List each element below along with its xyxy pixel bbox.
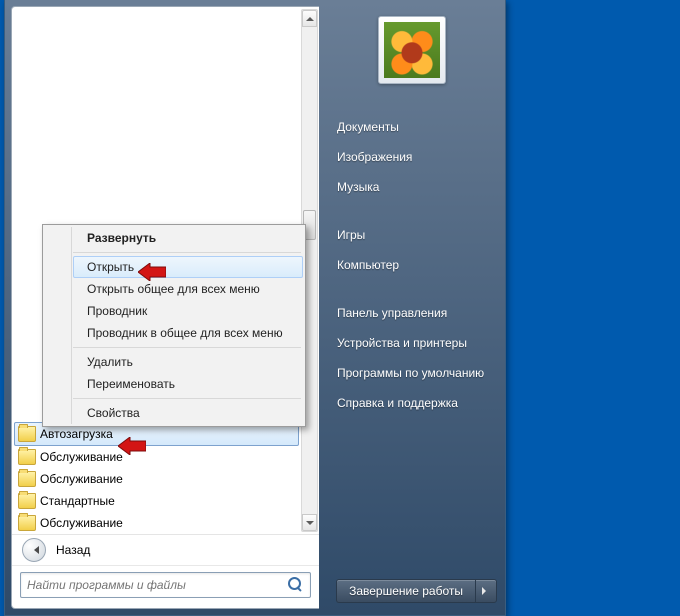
search-icon[interactable] — [288, 577, 304, 593]
folder-icon — [18, 471, 36, 487]
user-avatar[interactable] — [378, 16, 446, 84]
link-music[interactable]: Музыка — [327, 172, 497, 202]
shutdown-options-button[interactable] — [475, 579, 497, 603]
search-row — [12, 565, 319, 608]
context-menu: Развернуть Открыть Открыть общее для все… — [42, 224, 306, 427]
folder-item[interactable]: Обслуживание — [14, 468, 299, 490]
link-devices-printers[interactable]: Устройства и принтеры — [327, 328, 497, 358]
link-documents[interactable]: Документы — [327, 112, 497, 142]
link-control-panel[interactable]: Панель управления — [327, 298, 497, 328]
desktop-background: Автозагрузка Обслуживание Обслуживание — [0, 0, 680, 616]
folder-label: Обслуживание — [40, 472, 123, 486]
ctx-explorer[interactable]: Проводник — [73, 300, 303, 322]
context-menu-gutter — [45, 227, 72, 424]
folder-label: Стандартные — [40, 494, 115, 508]
folder-label: Обслуживание — [40, 450, 123, 464]
separator — [73, 398, 301, 399]
folder-icon — [18, 426, 36, 442]
link-default-programs[interactable]: Программы по умолчанию — [327, 358, 497, 388]
start-menu-right-panel: Документы Изображения Музыка Игры Компью… — [319, 0, 505, 615]
ctx-open-all-users[interactable]: Открыть общее для всех меню — [73, 278, 303, 300]
folder-label: Автозагрузка — [40, 427, 113, 441]
back-row[interactable]: Назад — [12, 534, 319, 565]
ctx-rename[interactable]: Переименовать — [73, 373, 303, 395]
scroll-up-button[interactable] — [302, 10, 317, 27]
folder-icon — [18, 493, 36, 509]
ctx-properties[interactable]: Свойства — [73, 402, 303, 424]
search-input[interactable] — [21, 578, 282, 592]
flower-icon — [384, 22, 440, 78]
scroll-down-button[interactable] — [302, 514, 317, 531]
right-links: Документы Изображения Музыка Игры Компью… — [327, 112, 497, 418]
user-avatar-frame[interactable] — [327, 16, 497, 84]
folder-item[interactable]: Обслуживание — [14, 446, 299, 468]
folder-item[interactable]: Обслуживание — [14, 512, 299, 534]
ctx-explorer-all-users[interactable]: Проводник в общее для всех меню — [73, 322, 303, 344]
folder-icon — [18, 515, 36, 531]
link-help[interactable]: Справка и поддержка — [327, 388, 497, 418]
link-pictures[interactable]: Изображения — [327, 142, 497, 172]
folder-label: Обслуживание — [40, 516, 123, 530]
back-label: Назад — [56, 543, 90, 557]
folder-icon — [18, 449, 36, 465]
chevron-right-icon — [482, 587, 490, 595]
separator — [73, 347, 301, 348]
back-button[interactable] — [22, 538, 46, 562]
ctx-open[interactable]: Открыть — [73, 256, 303, 278]
search-box[interactable] — [20, 572, 311, 598]
ctx-delete[interactable]: Удалить — [73, 351, 303, 373]
folder-item[interactable]: Стандартные — [14, 490, 299, 512]
shutdown-button[interactable]: Завершение работы — [336, 579, 475, 603]
shutdown-split-button[interactable]: Завершение работы — [336, 579, 497, 603]
separator — [73, 252, 301, 253]
link-games[interactable]: Игры — [327, 220, 497, 250]
programs-folder-list: Автозагрузка Обслуживание Обслуживание — [14, 422, 299, 534]
link-computer[interactable]: Компьютер — [327, 250, 497, 280]
ctx-expand[interactable]: Развернуть — [73, 227, 303, 249]
